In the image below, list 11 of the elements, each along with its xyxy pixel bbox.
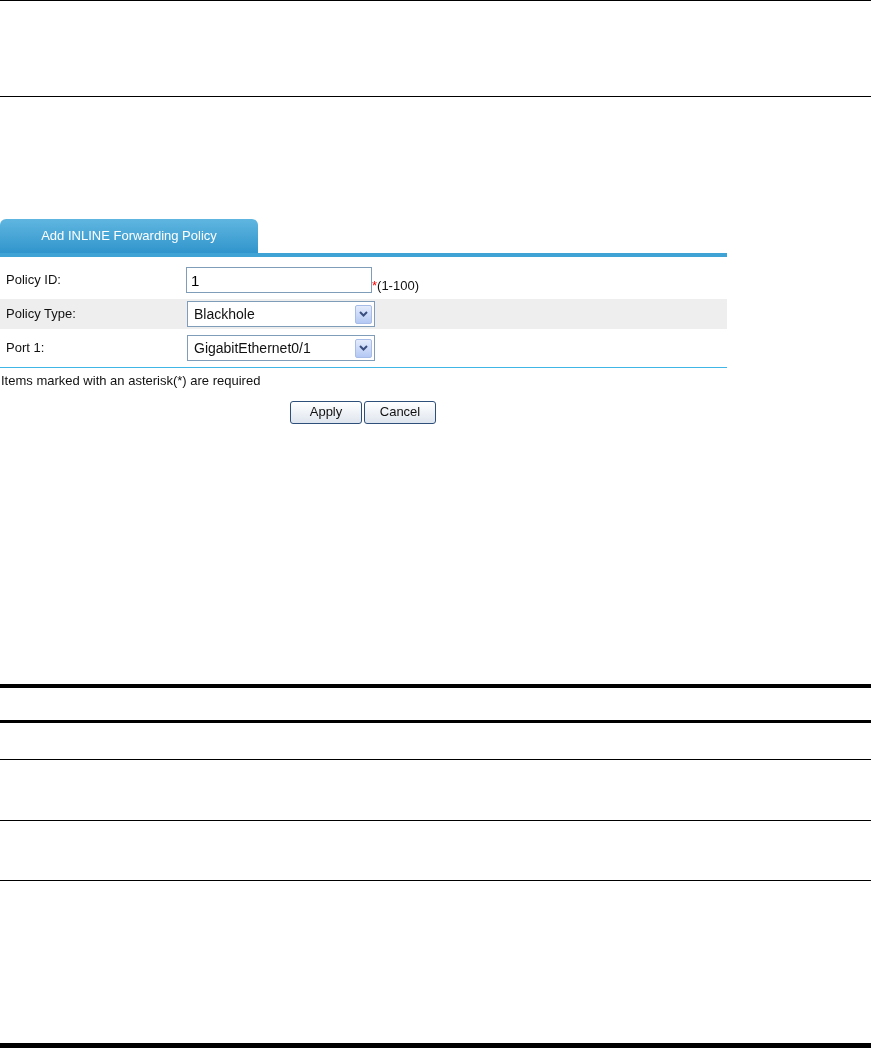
- policy-id-field[interactable]: 1: [186, 267, 372, 293]
- required-mark: *: [372, 279, 378, 293]
- dropdown-field[interactable]: GigabitEthernet0/1: [187, 335, 375, 361]
- dropdown-field[interactable]: Blackhole: [187, 301, 375, 327]
- required-note: Items marked with an asterisk(*) are required: [0, 372, 262, 390]
- range-hint: (1-100): [377, 279, 419, 293]
- field-label: Port 1:: [6, 339, 46, 358]
- cancel-button[interactable]: Cancel: [364, 400, 436, 424]
- apply-button[interactable]: Apply: [290, 400, 362, 424]
- field-label: Policy ID:: [6, 271, 62, 290]
- field-label: Policy Type:: [6, 305, 77, 324]
